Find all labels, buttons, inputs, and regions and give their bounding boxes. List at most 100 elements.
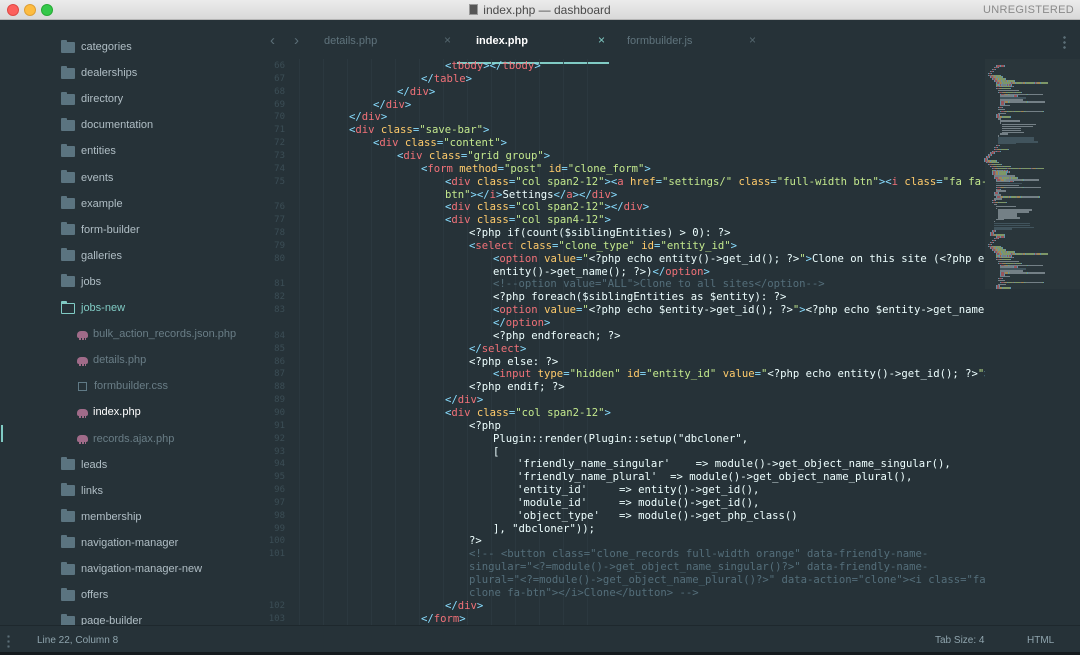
minimap-line bbox=[1010, 116, 1011, 118]
code-token: type bbox=[537, 368, 564, 381]
registration-status: UNREGISTERED bbox=[983, 4, 1074, 16]
code-token: > bbox=[380, 111, 388, 124]
folder-icon bbox=[61, 457, 75, 471]
sidebar-item-documentation[interactable]: documentation bbox=[0, 112, 255, 138]
sidebar-item-records-ajax-php[interactable]: records.ajax.php bbox=[0, 426, 255, 452]
minimap-line bbox=[1026, 253, 1034, 255]
code-line: </div> bbox=[445, 394, 483, 407]
forward-arrow-icon[interactable]: › bbox=[294, 32, 299, 49]
sidebar-item-offers[interactable]: offers bbox=[0, 582, 255, 608]
code-token: > bbox=[543, 149, 551, 162]
code-line: entity()->get_name(); ?>)</option> bbox=[493, 266, 710, 279]
close-tab-icon[interactable]: × bbox=[598, 33, 605, 47]
code-token: "entity_id" bbox=[660, 239, 731, 252]
sidebar-item-events[interactable]: events bbox=[0, 165, 255, 191]
folder-icon bbox=[61, 274, 75, 288]
minimap-line bbox=[1003, 287, 1010, 289]
code-token: "col span2-12" bbox=[515, 175, 605, 188]
code-token: > bbox=[730, 239, 737, 252]
code-token: <!-- <button class="clone_records full-w… bbox=[469, 548, 929, 561]
folder-icon bbox=[61, 483, 75, 497]
code-token: class bbox=[476, 406, 509, 419]
code-token: select bbox=[481, 342, 521, 355]
sidebar-item-formbuilder-css[interactable]: formbuilder.css bbox=[0, 373, 255, 399]
sidebar-item-label: leads bbox=[81, 458, 108, 471]
code-token: "full-width btn" bbox=[776, 175, 879, 188]
code-line: <div class="content"> bbox=[373, 137, 507, 150]
minimap[interactable] bbox=[984, 59, 1080, 625]
code-token: div bbox=[355, 124, 375, 137]
sidebar-item-label: directory bbox=[81, 93, 124, 106]
tab-details-php[interactable]: details.php × bbox=[324, 21, 451, 59]
minimap-line bbox=[1027, 272, 1045, 274]
sidebar-item-example[interactable]: example bbox=[0, 191, 255, 217]
code-token: > bbox=[459, 612, 466, 625]
sidebar-item-jobs-new[interactable]: jobs-new bbox=[0, 295, 255, 321]
window-title: index.php — dashboard bbox=[0, 3, 1080, 17]
sidebar-item-links[interactable]: links bbox=[0, 478, 255, 504]
code-token: "settings/" bbox=[661, 175, 733, 188]
sidebar-item-label: details.php bbox=[93, 354, 147, 367]
code-token: value bbox=[544, 304, 576, 317]
sidebar-item-navigation-manager[interactable]: navigation-manager bbox=[0, 530, 255, 556]
minimap-line bbox=[999, 201, 1006, 204]
tab-formbuilder-js[interactable]: formbuilder.js × bbox=[627, 21, 756, 59]
code-token: class bbox=[380, 124, 413, 137]
sidebar-item-form-builder[interactable]: form-builder bbox=[0, 217, 255, 243]
code-line: Plugin::render(Plugin::setup("dbcloner", bbox=[493, 433, 748, 446]
close-tab-icon[interactable]: × bbox=[749, 33, 756, 47]
code-token: input bbox=[499, 368, 532, 381]
code-line: 'entity_id' => entity()->get_id(), bbox=[517, 484, 759, 497]
sidebar-item-navigation-manager-new[interactable]: navigation-manager-new bbox=[0, 556, 255, 582]
code-line: ], "dbcloner")); bbox=[493, 523, 595, 536]
sidebar-item-leads[interactable]: leads bbox=[0, 452, 255, 478]
code-token: [ bbox=[493, 445, 500, 458]
sidebar-item-entities[interactable]: entities bbox=[0, 138, 255, 164]
code-token: "grid group" bbox=[467, 149, 544, 162]
line-number: 90 bbox=[274, 407, 285, 418]
sidebar-item-details-php[interactable]: details.php bbox=[0, 347, 255, 373]
minimap-line bbox=[1028, 264, 1043, 266]
tab-index-php[interactable]: index.php × bbox=[476, 21, 605, 59]
sidebar-item-page-builder[interactable]: page-builder bbox=[0, 608, 255, 625]
minimap-line bbox=[1025, 110, 1042, 113]
tab-size-selector[interactable]: Tab Size: 4 bbox=[935, 635, 984, 646]
code-token: href bbox=[630, 175, 656, 188]
code-token: value bbox=[544, 252, 576, 265]
code-token: div bbox=[623, 201, 643, 214]
line-number: 83 bbox=[274, 305, 285, 316]
sidebar-item-label: offers bbox=[81, 589, 109, 602]
sidebar-item-membership[interactable]: membership bbox=[0, 504, 255, 530]
code-line: <option value="<?php echo $entity->get_i… bbox=[493, 304, 985, 317]
minimap-line bbox=[1013, 85, 1014, 88]
minimap-line bbox=[1009, 101, 1026, 103]
line-number: 103 bbox=[268, 613, 285, 624]
code-line: singular="<?=module()->get_object_name_s… bbox=[469, 561, 928, 574]
code-token: Clone on this site (<?php echo bbox=[812, 252, 985, 265]
minimap-line bbox=[1003, 236, 1005, 238]
close-tab-icon[interactable]: × bbox=[444, 33, 451, 47]
more-options-icon[interactable] bbox=[1063, 35, 1066, 49]
sidebar-item-directory[interactable]: directory bbox=[0, 86, 255, 112]
sidebar-item-dealerships[interactable]: dealerships bbox=[0, 60, 255, 86]
sidebar-item-index-php[interactable]: index.php bbox=[0, 399, 255, 425]
status-menu-icon[interactable] bbox=[7, 634, 10, 648]
code-line: 'friendly_name_singular' => module()->ge… bbox=[517, 458, 951, 471]
code-token: table bbox=[433, 72, 466, 85]
sidebar-item-bulk-action-records-json-php[interactable]: bulk_action_records.json.php bbox=[0, 321, 255, 347]
sidebar-item-label: records.ajax.php bbox=[93, 432, 175, 445]
code-editor[interactable]: 66 67 68 69 70 71 72 73 74 75 76 77 78 79 80 81 82 83 84 85… bbox=[255, 59, 985, 625]
cursor-position[interactable]: Line 22, Column 8 bbox=[37, 635, 118, 646]
sidebar-item-galleries[interactable]: galleries bbox=[0, 243, 255, 269]
syntax-selector[interactable]: HTML bbox=[1027, 635, 1054, 646]
code-token: clone fa-btn"></i>Clone</button> --> bbox=[469, 586, 699, 599]
code-token: > bbox=[544, 317, 551, 329]
tab-label: details.php bbox=[324, 35, 378, 47]
code-token: >< bbox=[604, 175, 618, 188]
code-token: > bbox=[476, 394, 484, 407]
sidebar-item-categories[interactable]: categories bbox=[0, 34, 255, 60]
sidebar-item-jobs[interactable]: jobs bbox=[0, 269, 255, 295]
code-token: <?php else: ?> bbox=[469, 355, 559, 368]
back-arrow-icon[interactable]: ‹ bbox=[270, 32, 275, 49]
code-token: 'friendly_name_plural' => module()->get_… bbox=[517, 471, 913, 484]
